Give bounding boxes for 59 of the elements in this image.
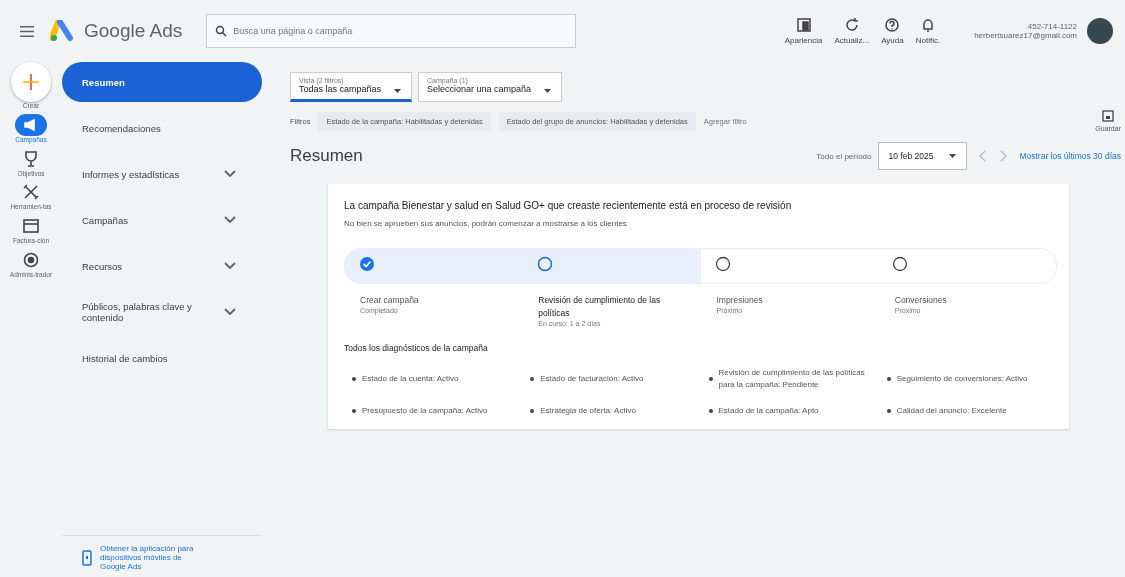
dropdown-arrow-icon (544, 89, 552, 93)
nav-item[interactable]: Historial de cambios (62, 338, 262, 378)
date-dropdown[interactable]: 10 feb 2025 (877, 142, 968, 170)
refresh-icon (843, 17, 860, 33)
avatar-circle[interactable] (1087, 18, 1113, 44)
circle-icon (536, 256, 553, 272)
bullet-icon (530, 408, 535, 413)
diagnostic-item: Estado de la campaña: Apto (718, 404, 819, 417)
appearance-icon (795, 17, 812, 33)
phone-icon (82, 549, 92, 566)
appearance-button[interactable]: Apariencia (784, 17, 823, 45)
circle-icon (892, 256, 909, 272)
card-subtitle: No bien se aprueben sus anuncios, podrán comenzar a mostrarse a los clientes (344, 219, 628, 228)
bullet-icon (708, 408, 713, 413)
step-title: Conversiones (894, 294, 948, 307)
logo-icon (50, 20, 74, 42)
nav-item[interactable]: Resumen (62, 62, 262, 102)
diagnostic-item: Estrategia de oferta: Activo (540, 404, 636, 417)
account-email: herbertsuarez17@gmail.com (974, 31, 1077, 40)
diagnostic-item: Estado de facturación: Activo (540, 372, 644, 385)
nav-item[interactable]: Campañas (62, 200, 262, 240)
card-title: La campaña Bienestar y salud en Salud GO+ que creaste recientemente está en proceso de revisión (344, 200, 793, 211)
date-range-label: Todo el período (816, 151, 872, 161)
get-app-link[interactable]: Obtener la aplicación para dispositivos móviles de Google Ads (62, 535, 262, 577)
dropdown-arrow-icon (949, 154, 957, 158)
circle-icon (714, 256, 731, 272)
help-icon (884, 17, 901, 33)
refresh-button[interactable]: Actualiz... (834, 17, 870, 45)
diagnostic-item: Estado de la cuenta: Activo (362, 372, 459, 385)
bullet-icon (708, 376, 713, 381)
nav-item[interactable]: Recomendaciones (62, 108, 262, 148)
step-title: Revisión de cumplimiento de las políticas (538, 294, 662, 320)
diagnostic-item: Revisión de cumplimiento de las políticas para la campaña: Pendiente (718, 366, 866, 391)
account-id: 452-714-1122 (1027, 22, 1077, 31)
bell-button[interactable]: Notific. (915, 17, 941, 45)
bullet-icon (530, 376, 535, 381)
check-circle-icon (359, 256, 375, 272)
bullet-icon (352, 408, 356, 413)
diagnostic-item: Seguimiento de conversiones: Activo (896, 372, 1028, 385)
product-name: Google Ads (84, 20, 183, 42)
page-title: Resumen (290, 146, 363, 166)
step-title: Impresiones (716, 294, 764, 307)
nav-item[interactable]: Informes y estadísticas (62, 154, 262, 194)
nav-item[interactable]: Recursos (62, 246, 262, 286)
bullet-icon (352, 376, 356, 381)
bullet-icon (886, 408, 891, 413)
search-icon (215, 25, 228, 37)
search-field[interactable]: Busca una página o campaña (206, 14, 577, 48)
nav-item[interactable]: Públicos, palabras clave y contenido (62, 292, 262, 332)
diagnostic-item: Presupuesto de la campaña: Activo (362, 404, 488, 417)
save-icon (1102, 110, 1115, 122)
diagnostic-item: Calidad del anuncio: Excelente (896, 404, 1007, 417)
diagnostics-title: Todos los diagnósticos de la campaña (344, 342, 489, 353)
help-button[interactable]: Ayuda (881, 17, 904, 45)
menu-icon[interactable] (20, 25, 34, 37)
dropdown-arrow-icon (394, 89, 402, 93)
bullet-icon (886, 376, 891, 381)
step-title: Crear campaña (360, 294, 420, 307)
last-30-days-link[interactable]: Mostrar los últimos 30 días (1019, 151, 1121, 161)
